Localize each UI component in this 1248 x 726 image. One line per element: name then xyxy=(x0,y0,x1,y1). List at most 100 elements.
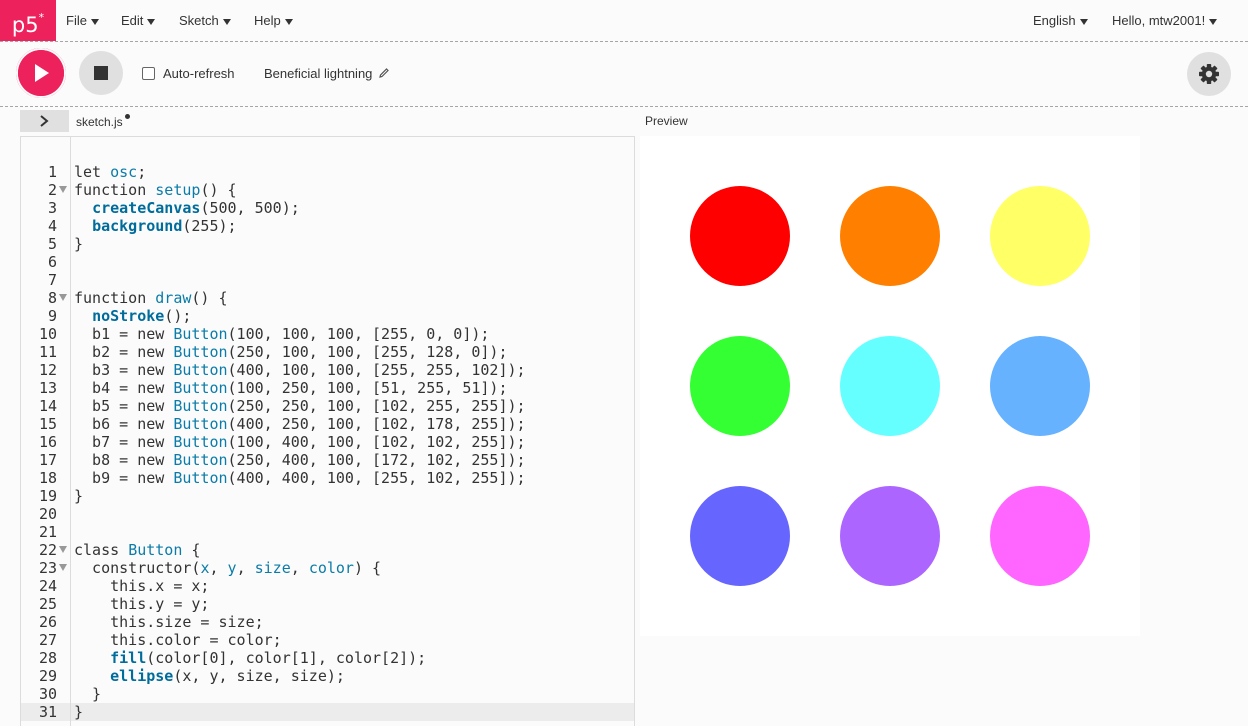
circle-button-9[interactable] xyxy=(990,486,1090,586)
code-text: b3 = new Button(400, 100, 100, [255, 255… xyxy=(74,361,526,379)
collapse-sidebar-button[interactable] xyxy=(20,110,69,132)
toolbar: Auto-refresh Beneficial lightning xyxy=(0,42,1248,107)
code-text: b4 = new Button(100, 250, 100, [51, 255,… xyxy=(74,379,508,397)
line-number: 22 xyxy=(38,541,57,559)
line-number: 28 xyxy=(38,649,57,667)
code-text: let osc; xyxy=(74,163,147,181)
code-text: } xyxy=(74,685,102,703)
line-number: 19 xyxy=(38,487,57,505)
auto-refresh-label: Auto-refresh xyxy=(163,66,235,81)
code-text: b5 = new Button(250, 250, 100, [102, 255… xyxy=(74,397,526,415)
menu-edit[interactable]: Edit xyxy=(121,0,156,41)
code-text: b9 = new Button(400, 400, 100, [255, 102… xyxy=(74,469,526,487)
preview-label: Preview xyxy=(645,114,688,128)
code-text: b8 = new Button(250, 400, 100, [172, 102… xyxy=(74,451,526,469)
caret-down-icon xyxy=(147,18,156,25)
line-number: 13 xyxy=(38,379,57,397)
line-number: 29 xyxy=(38,667,57,685)
fold-arrow-icon[interactable] xyxy=(59,186,67,193)
menu-file[interactable]: File xyxy=(66,0,99,41)
code-text: noStroke(); xyxy=(92,307,192,325)
play-icon xyxy=(35,64,49,82)
settings-button[interactable] xyxy=(1187,52,1231,96)
line-number: 23 xyxy=(38,559,57,577)
line-number: 15 xyxy=(38,415,57,433)
code-text: background(255); xyxy=(92,217,237,235)
logo-asterisk: * xyxy=(38,11,45,24)
menu-help-label: Help xyxy=(254,13,281,28)
fold-arrow-icon[interactable] xyxy=(59,546,67,553)
code-text: this.size = size; xyxy=(74,613,264,631)
line-number: 10 xyxy=(38,325,57,343)
line-number: 3 xyxy=(47,199,57,217)
line-number: 12 xyxy=(38,361,57,379)
circle-button-3[interactable] xyxy=(990,186,1090,286)
menu-edit-label: Edit xyxy=(121,13,144,28)
fold-arrow-icon[interactable] xyxy=(59,564,67,571)
line-number: 24 xyxy=(38,577,57,595)
code-text: ellipse(x, y, size, size); xyxy=(110,667,345,685)
code-text: createCanvas(500, 500); xyxy=(92,199,300,217)
menu-sketch[interactable]: Sketch xyxy=(179,0,231,41)
logo-text: p5 xyxy=(11,13,39,37)
active-line-highlight xyxy=(21,703,634,721)
user-menu[interactable]: Hello, mtw2001! xyxy=(1112,0,1218,41)
line-number: 26 xyxy=(38,613,57,631)
sketch-name[interactable]: Beneficial lightning xyxy=(264,66,390,82)
language-menu[interactable]: English xyxy=(1033,0,1088,41)
line-number: 27 xyxy=(38,631,57,649)
language-label: English xyxy=(1033,13,1076,28)
code-text: constructor(x, y, size, color) { xyxy=(74,559,382,577)
line-number: 9 xyxy=(47,307,57,325)
code-text: function draw() { xyxy=(74,289,228,307)
circle-button-6[interactable] xyxy=(990,336,1090,436)
preview-canvas[interactable] xyxy=(640,136,1140,636)
code-text: this.x = x; xyxy=(74,577,210,595)
auto-refresh-checkbox[interactable] xyxy=(142,67,155,80)
line-number: 2 xyxy=(47,181,57,199)
line-number: 4 xyxy=(47,217,57,235)
code-text: b1 = new Button(100, 100, 100, [255, 0, … xyxy=(74,325,490,343)
line-number: 16 xyxy=(38,433,57,451)
code-editor[interactable]: 1 let osc; 2 function setup() {3 createCanv… xyxy=(20,136,635,726)
circle-button-8[interactable] xyxy=(840,486,940,586)
code-text: fill(color[0], color[1], color[2]); xyxy=(110,649,427,667)
fold-arrow-icon[interactable] xyxy=(59,294,67,301)
code-text: function setup() { xyxy=(74,181,237,199)
circle-button-4[interactable] xyxy=(690,336,790,436)
caret-down-icon xyxy=(1209,18,1218,25)
line-number: 5 xyxy=(47,235,57,253)
file-tab-sketch[interactable]: sketch.js xyxy=(76,114,130,129)
play-button[interactable] xyxy=(18,50,64,96)
line-number: 7 xyxy=(47,271,57,289)
circle-button-5[interactable] xyxy=(840,336,940,436)
sketch-name-label: Beneficial lightning xyxy=(264,66,373,81)
code-text: } xyxy=(74,703,84,721)
pencil-icon[interactable] xyxy=(378,67,390,79)
line-number: 14 xyxy=(38,397,57,415)
circle-button-1[interactable] xyxy=(690,186,790,286)
menu-help[interactable]: Help xyxy=(254,0,293,41)
circle-button-7[interactable] xyxy=(690,486,790,586)
stop-button[interactable] xyxy=(79,51,123,95)
circle-button-2[interactable] xyxy=(840,186,940,286)
code-text: class Button { xyxy=(74,541,201,559)
caret-down-icon xyxy=(1079,18,1088,25)
line-number: 11 xyxy=(38,343,57,361)
line-number: 31 xyxy=(38,703,57,721)
menu-file-label: File xyxy=(66,13,87,28)
file-name: sketch.js xyxy=(76,115,123,129)
chevron-right-icon xyxy=(40,115,49,127)
caret-down-icon xyxy=(90,18,99,25)
line-number: 21 xyxy=(38,523,57,541)
line-number: 30 xyxy=(38,685,57,703)
menu-sketch-label: Sketch xyxy=(179,13,219,28)
unsaved-indicator xyxy=(124,114,130,119)
top-nav: p5* File Edit Sketch Help English Hello,… xyxy=(0,0,1248,42)
p5-logo[interactable]: p5* xyxy=(0,0,56,41)
code-text: b7 = new Button(100, 400, 100, [102, 102… xyxy=(74,433,526,451)
gear-icon xyxy=(1199,64,1219,84)
caret-down-icon xyxy=(284,18,293,25)
auto-refresh-toggle[interactable]: Auto-refresh xyxy=(142,66,235,82)
code-text: this.y = y; xyxy=(74,595,210,613)
